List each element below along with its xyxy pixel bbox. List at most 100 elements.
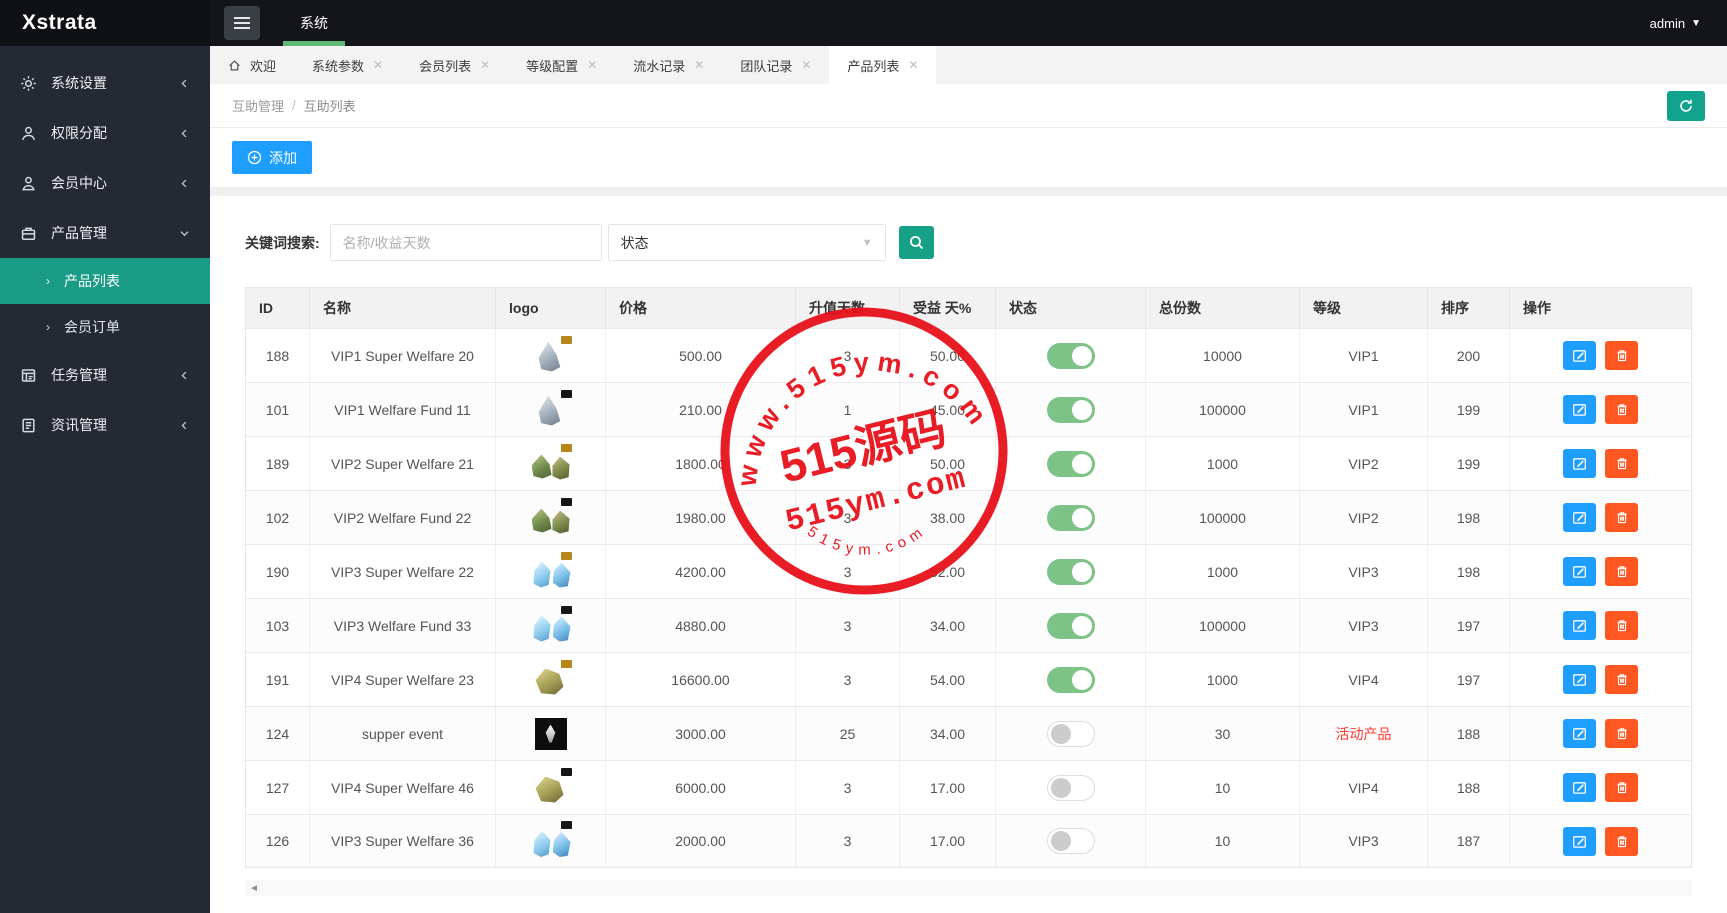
sidebar-item-task-management[interactable]: 任务管理	[0, 350, 210, 400]
cell-status	[996, 491, 1146, 544]
status-toggle[interactable]	[1046, 612, 1095, 639]
edit-button[interactable]	[1563, 611, 1596, 640]
sidebar-item-label: 会员中心	[51, 175, 107, 191]
edit-icon	[1572, 618, 1587, 633]
table-row: 102 VIP2 Welfare Fund 22 1980.00 3 38.00…	[246, 490, 1691, 544]
status-select[interactable]: 状态 ▼	[607, 224, 886, 261]
scroll-left-arrow-icon[interactable]: ◄	[249, 883, 259, 894]
cell-level: VIP1	[1300, 329, 1428, 382]
status-toggle[interactable]	[1046, 720, 1095, 747]
status-toggle[interactable]	[1046, 774, 1095, 801]
cell-percent: 54.00	[900, 653, 996, 706]
cell-id: 188	[246, 329, 310, 382]
col-header-name: 名称	[310, 288, 496, 328]
delete-button[interactable]	[1605, 719, 1638, 748]
status-toggle[interactable]	[1046, 504, 1095, 531]
cell-price: 3000.00	[606, 707, 796, 760]
cell-logo	[496, 545, 606, 598]
sidebar-item-product-management[interactable]: 产品管理	[0, 208, 210, 258]
status-toggle[interactable]	[1046, 450, 1095, 477]
edit-button[interactable]	[1563, 719, 1596, 748]
tab[interactable]: 系统参数 ✕	[294, 46, 401, 84]
trash-icon	[1615, 672, 1629, 687]
tab-bar: 欢迎 系统参数 ✕ 会员列表 ✕ 等级配置 ✕ 流水记录 ✕ 团队记录 ✕ 产品…	[210, 46, 1727, 84]
horizontal-scrollbar[interactable]: ◄	[245, 880, 1692, 896]
search-button[interactable]	[898, 226, 934, 259]
sidebar-item-news-management[interactable]: 资讯管理	[0, 400, 210, 450]
col-header-days: 升值天数	[796, 288, 900, 328]
cell-level: VIP3	[1300, 545, 1428, 598]
add-button[interactable]: 添加	[232, 141, 312, 174]
edit-icon	[1572, 726, 1587, 741]
cell-actions	[1510, 491, 1691, 544]
delete-button[interactable]	[1605, 826, 1638, 856]
tab-label: 流水记录	[633, 58, 686, 74]
cell-name: VIP1 Welfare Fund 11	[310, 383, 496, 436]
refresh-button[interactable]	[1667, 90, 1705, 121]
cell-sort: 200	[1428, 329, 1510, 382]
cell-days: 25	[796, 707, 900, 760]
keyword-search-input[interactable]	[329, 224, 602, 261]
delete-button[interactable]	[1605, 503, 1638, 532]
close-icon[interactable]: ✕	[908, 58, 918, 72]
delete-button[interactable]	[1605, 773, 1638, 802]
cell-id: 190	[246, 545, 310, 598]
cell-percent: 52.00	[900, 545, 996, 598]
edit-icon	[1572, 402, 1587, 417]
close-icon[interactable]: ✕	[801, 58, 811, 72]
edit-button[interactable]	[1563, 341, 1596, 370]
status-toggle[interactable]	[1046, 342, 1095, 369]
cell-actions	[1510, 329, 1691, 382]
breadcrumb-parent[interactable]: 互助管理	[232, 96, 284, 115]
col-header-actions: 操作	[1523, 300, 1551, 316]
topnav-item-system[interactable]: 系统	[270, 0, 358, 46]
close-icon[interactable]: ✕	[587, 58, 597, 72]
tab[interactable]: 团队记录 ✕	[722, 46, 829, 84]
status-toggle[interactable]	[1046, 828, 1095, 854]
user-menu[interactable]: admin ▼	[1650, 0, 1727, 46]
close-icon[interactable]: ✕	[480, 58, 490, 72]
edit-button[interactable]	[1563, 773, 1596, 802]
cell-status	[996, 599, 1146, 652]
edit-button[interactable]	[1563, 557, 1596, 586]
cell-id: 124	[246, 707, 310, 760]
sidebar-item-permissions[interactable]: 权限分配	[0, 108, 210, 158]
status-toggle[interactable]	[1046, 396, 1095, 423]
tab[interactable]: 会员列表 ✕	[401, 46, 508, 84]
cell-price: 210.00	[606, 383, 796, 436]
edit-button[interactable]	[1563, 503, 1596, 532]
sidebar-subitem-label: 会员订单	[64, 319, 120, 335]
tab[interactable]: 产品列表 ✕	[829, 46, 937, 84]
edit-button[interactable]	[1563, 449, 1596, 478]
delete-button[interactable]	[1605, 395, 1638, 424]
status-toggle[interactable]	[1046, 558, 1095, 585]
sidebar-subitem-member-orders[interactable]: › 会员订单	[0, 304, 210, 350]
close-icon[interactable]: ✕	[373, 58, 383, 72]
submenu-arrow-icon: ›	[46, 320, 50, 334]
brand-logo: Xstrata	[0, 0, 210, 46]
delete-button[interactable]	[1605, 341, 1638, 370]
delete-button[interactable]	[1605, 665, 1638, 694]
table-row: 127 VIP4 Super Welfare 46 6000.00 3 17.0…	[246, 760, 1691, 814]
tab[interactable]: 等级配置 ✕	[508, 46, 615, 84]
delete-button[interactable]	[1605, 557, 1638, 586]
col-header-percent: 受益 天%	[900, 288, 996, 328]
chevron-down-icon	[179, 228, 190, 239]
delete-button[interactable]	[1605, 611, 1638, 640]
sidebar-item-member-center[interactable]: 会员中心	[0, 158, 210, 208]
tab[interactable]: 欢迎	[210, 46, 294, 84]
trash-icon	[1615, 726, 1629, 741]
status-select-value: 状态	[620, 234, 649, 251]
toolbar: 添加	[210, 128, 1727, 187]
sidebar-subitem-product-list[interactable]: › 产品列表	[0, 258, 210, 304]
status-toggle[interactable]	[1046, 666, 1095, 693]
edit-button[interactable]	[1563, 665, 1596, 694]
sidebar-item-system-settings[interactable]: 系统设置	[0, 58, 210, 108]
edit-button[interactable]	[1563, 826, 1596, 856]
delete-button[interactable]	[1605, 449, 1638, 478]
body-row: 系统设置 权限分配 会员中心 产品管理 › 产品列表 › 会员订单 任务管理 资…	[0, 46, 1727, 913]
close-icon[interactable]: ✕	[694, 58, 704, 72]
hamburger-menu-icon[interactable]	[224, 6, 260, 40]
edit-button[interactable]	[1563, 395, 1596, 424]
tab[interactable]: 流水记录 ✕	[615, 46, 722, 84]
